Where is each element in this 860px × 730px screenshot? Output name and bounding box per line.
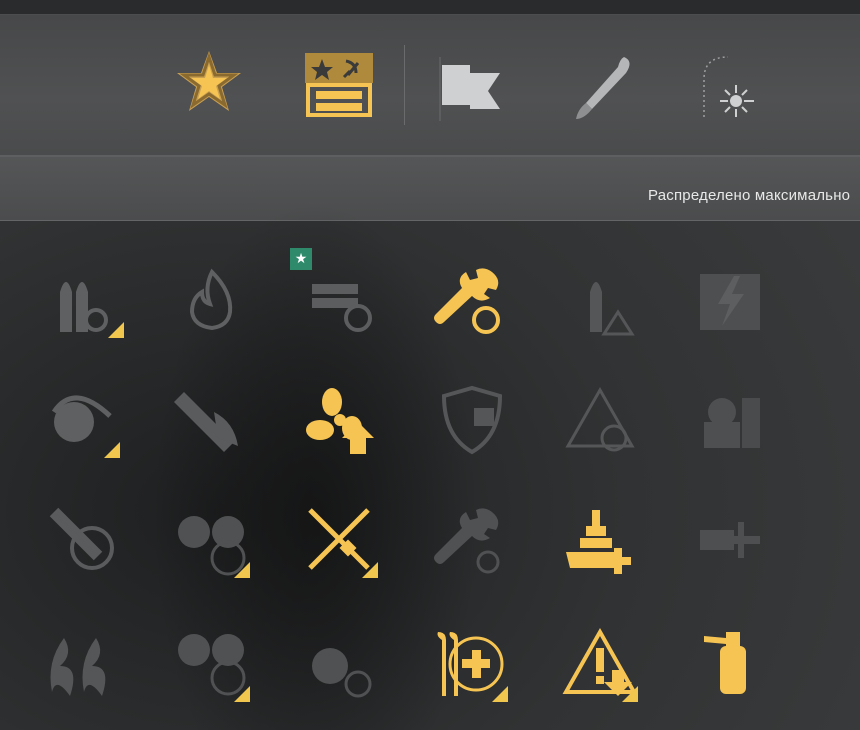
aa-guns-skill[interactable]	[174, 502, 250, 578]
crossed-weapons-skill[interactable]	[302, 502, 378, 578]
fire-bomb-skill[interactable]	[174, 382, 250, 458]
points-info-bar: Распределено максимально	[0, 157, 860, 221]
flare-icon[interactable]	[696, 51, 770, 125]
fire-prevention-skill[interactable]	[174, 262, 250, 338]
warning-down-skill[interactable]	[562, 626, 638, 702]
shell-warning-skill[interactable]	[560, 262, 636, 338]
ship-health-plus-skill[interactable]	[562, 502, 638, 578]
star-medal-icon[interactable]	[172, 47, 246, 121]
repair-timer-skill[interactable]	[430, 502, 506, 578]
spotting-shield-skill[interactable]	[434, 382, 510, 458]
turret-reload-skill[interactable]	[302, 626, 378, 702]
distribution-status: Распределено максимально	[648, 187, 851, 204]
fire-claw-skill[interactable]	[44, 626, 120, 702]
category-toolbar	[0, 15, 860, 157]
secondary-guns-skill[interactable]	[692, 502, 768, 578]
turret-traverse-skill[interactable]	[44, 382, 120, 458]
window-titlebar	[0, 0, 860, 15]
shells-reload-skill[interactable]	[48, 262, 124, 338]
toolbar-divider	[404, 45, 405, 125]
aa-rockets-skill[interactable]	[44, 502, 120, 578]
aa-targeting-skill[interactable]	[174, 626, 250, 702]
brush-icon[interactable]	[566, 51, 640, 125]
priority-target-skill[interactable]	[562, 382, 638, 458]
extinguisher-skill[interactable]	[692, 626, 768, 702]
repair-reload-skill[interactable]	[430, 262, 506, 338]
soviet-emblem-icon[interactable]	[302, 49, 376, 123]
armament-crates-skill[interactable]	[692, 382, 768, 458]
propulsion-boost-skill[interactable]	[302, 382, 378, 458]
lightning-armor-skill[interactable]	[692, 262, 768, 338]
flag-icon[interactable]	[434, 51, 508, 125]
tools-heal-skill[interactable]	[432, 626, 508, 702]
torpedo-reload-skill[interactable]: ★	[290, 248, 376, 338]
star-badge: ★	[290, 248, 312, 270]
